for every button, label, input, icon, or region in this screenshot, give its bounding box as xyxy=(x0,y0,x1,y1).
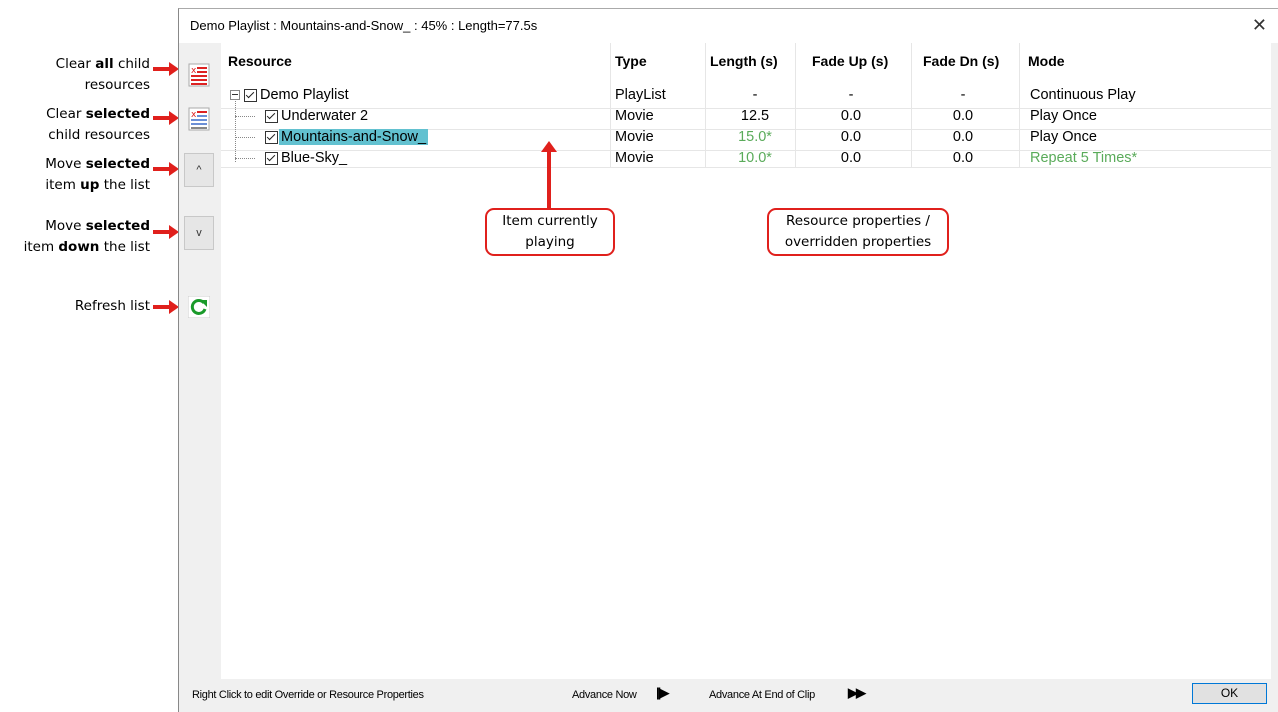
table-row[interactable]: Demo Playlist PlayList - - - Continuous … xyxy=(221,85,1271,106)
resource-name-selected: Mountains-and-Snow_ xyxy=(279,129,429,145)
resource-fade-dn: 0.0 xyxy=(952,108,974,124)
checkbox[interactable] xyxy=(265,110,278,123)
move-down-button[interactable]: v xyxy=(184,216,214,250)
window-title: Demo Playlist : Mountains-and-Snow_ : 45… xyxy=(190,18,538,33)
annotation-arrow xyxy=(153,62,179,76)
resource-type: Movie xyxy=(615,150,654,166)
close-icon[interactable]: ✕ xyxy=(1252,15,1267,36)
annotation-arrow xyxy=(153,111,179,125)
advance-end-label: Advance At End of Clip xyxy=(709,689,815,701)
clear-all-button[interactable]: x xyxy=(184,59,214,91)
table-row[interactable]: Mountains-and-Snow_ Movie 15.0* 0.0 0.0 … xyxy=(221,127,1271,148)
advance-end-icon[interactable]: ▶▶ xyxy=(848,685,866,701)
title-bar: Demo Playlist : Mountains-and-Snow_ : 45… xyxy=(179,9,1278,43)
column-header-fade-up[interactable]: Fade Up (s) xyxy=(812,53,888,69)
clear-selected-button[interactable]: x xyxy=(184,103,214,135)
status-hint: Right Click to edit Override or Resource… xyxy=(192,689,424,701)
clear-selected-icon: x xyxy=(188,107,210,131)
move-up-button[interactable]: ^ xyxy=(184,153,214,187)
ok-button[interactable]: OK xyxy=(1192,683,1267,704)
column-header-type[interactable]: Type xyxy=(615,53,647,69)
annotation-arrow xyxy=(153,225,179,239)
column-header-resource[interactable]: Resource xyxy=(228,53,292,69)
annotation-clear-all: Clear all child resources xyxy=(55,56,150,93)
resource-fade-dn: 0.0 xyxy=(952,129,974,145)
column-header-mode[interactable]: Mode xyxy=(1028,53,1065,69)
resource-fade-up: 0.0 xyxy=(840,150,862,166)
playlist-dialog: Demo Playlist : Mountains-and-Snow_ : 45… xyxy=(178,8,1278,712)
resource-fade-dn: - xyxy=(960,87,966,103)
annotation-move-up: Move selected item up the list xyxy=(45,156,150,193)
resource-list[interactable]: Resource Type Length (s) Fade Up (s) Fad… xyxy=(221,43,1271,679)
resource-name: Blue-Sky_ xyxy=(281,150,348,166)
table-row[interactable]: Blue-Sky_ Movie 10.0* 0.0 0.0 Repeat 5 T… xyxy=(221,148,1271,169)
resource-length-override: 10.0* xyxy=(738,150,772,166)
table-row[interactable]: Underwater 2 Movie 12.5 0.0 0.0 Play Onc… xyxy=(221,106,1271,127)
annotation-refresh: Refresh list xyxy=(74,298,150,314)
clear-all-icon: x xyxy=(188,63,210,87)
chevron-down-icon: v xyxy=(196,227,202,239)
refresh-icon xyxy=(188,296,210,318)
resource-length: 12.5 xyxy=(740,108,770,124)
column-header-length[interactable]: Length (s) xyxy=(710,53,778,69)
tree-line xyxy=(235,158,255,159)
resource-fade-up: 0.0 xyxy=(840,129,862,145)
checkbox[interactable] xyxy=(244,89,257,102)
tree-line xyxy=(235,116,255,117)
column-header-fade-dn[interactable]: Fade Dn (s) xyxy=(923,53,999,69)
resource-mode-override: Repeat 5 Times* xyxy=(1030,150,1138,166)
annotation-arrow xyxy=(153,162,179,176)
chevron-up-icon: ^ xyxy=(196,164,202,176)
resource-type: Movie xyxy=(615,129,654,145)
resource-type: Movie xyxy=(615,108,654,124)
advance-now-icon[interactable]: ||▶ xyxy=(656,685,669,701)
resource-fade-up: 0.0 xyxy=(840,108,862,124)
checkbox[interactable] xyxy=(265,152,278,165)
resource-fade-up: - xyxy=(848,87,854,103)
resource-length: - xyxy=(752,87,758,103)
resource-mode: Play Once xyxy=(1030,108,1097,124)
annotation-arrow xyxy=(153,300,179,314)
callout-arrow xyxy=(541,141,557,208)
resource-length-override: 15.0* xyxy=(738,129,772,145)
svg-text:x: x xyxy=(191,66,197,76)
resource-mode: Play Once xyxy=(1030,129,1097,145)
refresh-button[interactable] xyxy=(184,291,214,323)
collapse-icon[interactable] xyxy=(230,90,240,100)
checkbox[interactable] xyxy=(265,131,278,144)
callout-resource-properties: Resource properties / overridden propert… xyxy=(767,208,949,256)
resource-name: Demo Playlist xyxy=(260,87,349,103)
annotation-move-down: Move selected item down the list xyxy=(23,218,150,255)
annotation-clear-selected: Clear selected child resources xyxy=(46,106,150,143)
svg-text:x: x xyxy=(191,110,197,120)
callout-item-playing: Item currently playing xyxy=(485,208,615,256)
resource-type: PlayList xyxy=(615,87,666,103)
resource-fade-dn: 0.0 xyxy=(952,150,974,166)
resource-name: Underwater 2 xyxy=(281,108,369,124)
resource-mode: Continuous Play xyxy=(1030,87,1136,103)
advance-now-label: Advance Now xyxy=(572,689,637,701)
tree-line xyxy=(235,137,255,138)
